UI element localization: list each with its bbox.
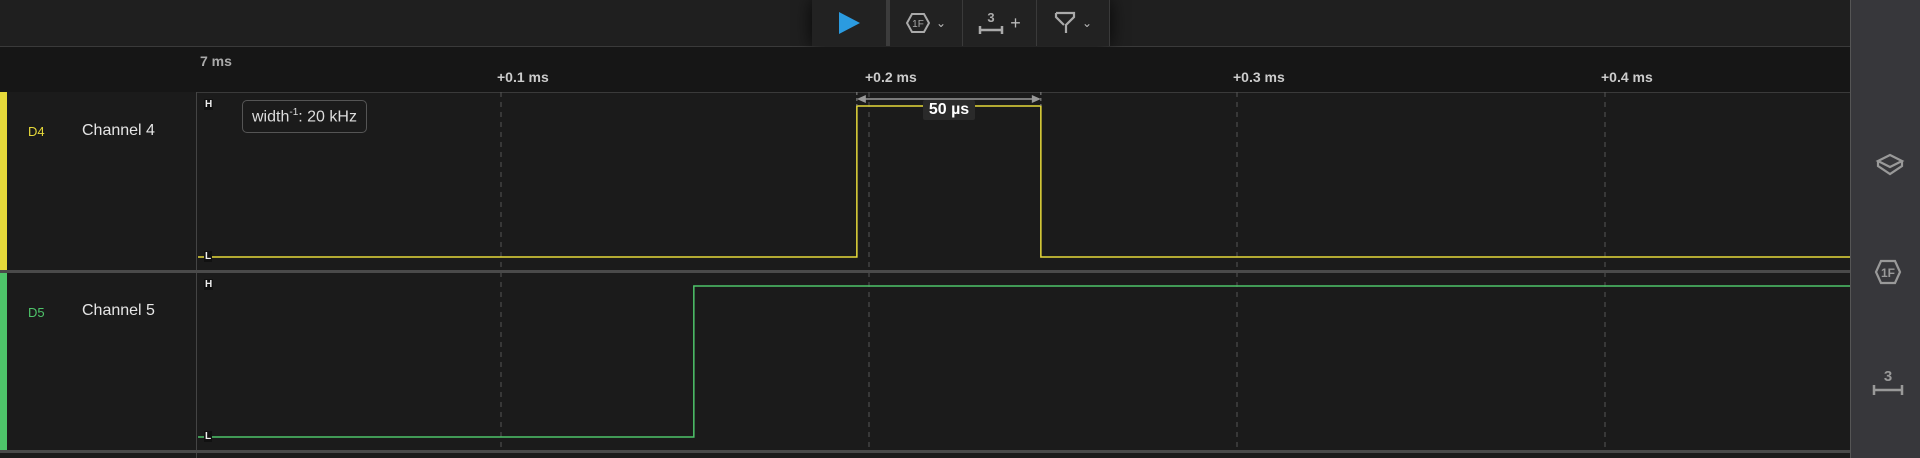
channel-4-high-label: H xyxy=(204,99,214,110)
waveform-area[interactable] xyxy=(0,0,1850,458)
channel-d4-waveform xyxy=(198,105,1850,258)
pulse-width-measurement: 50 µs xyxy=(922,100,976,120)
measurement-icon[interactable]: 3 xyxy=(1871,365,1905,399)
tooltip-label: width xyxy=(252,108,290,126)
layers-icon[interactable] xyxy=(1875,152,1905,178)
right-sidebar: 1F 3 xyxy=(1850,0,1920,458)
sidebar-measure-text: 3 xyxy=(1884,368,1892,385)
sidebar-trigger-text: 1F xyxy=(1881,266,1895,280)
trigger-hexagon-icon[interactable]: 1F xyxy=(1874,259,1902,285)
tooltip-superscript: -1 xyxy=(289,107,299,118)
channel-separator[interactable] xyxy=(0,450,1850,453)
tooltip-value: : 20 kHz xyxy=(298,108,357,126)
arrow-left-icon xyxy=(856,95,866,103)
channel-4-low-label: L xyxy=(204,251,213,262)
channel-separator[interactable] xyxy=(0,270,1850,273)
channel-5-high-label: H xyxy=(204,279,214,290)
channel-5-low-label: L xyxy=(204,431,213,442)
arrow-right-icon xyxy=(1031,95,1041,103)
channel-d5-waveform xyxy=(198,285,1850,438)
frequency-tooltip: width-1: 20 kHz xyxy=(242,100,367,134)
